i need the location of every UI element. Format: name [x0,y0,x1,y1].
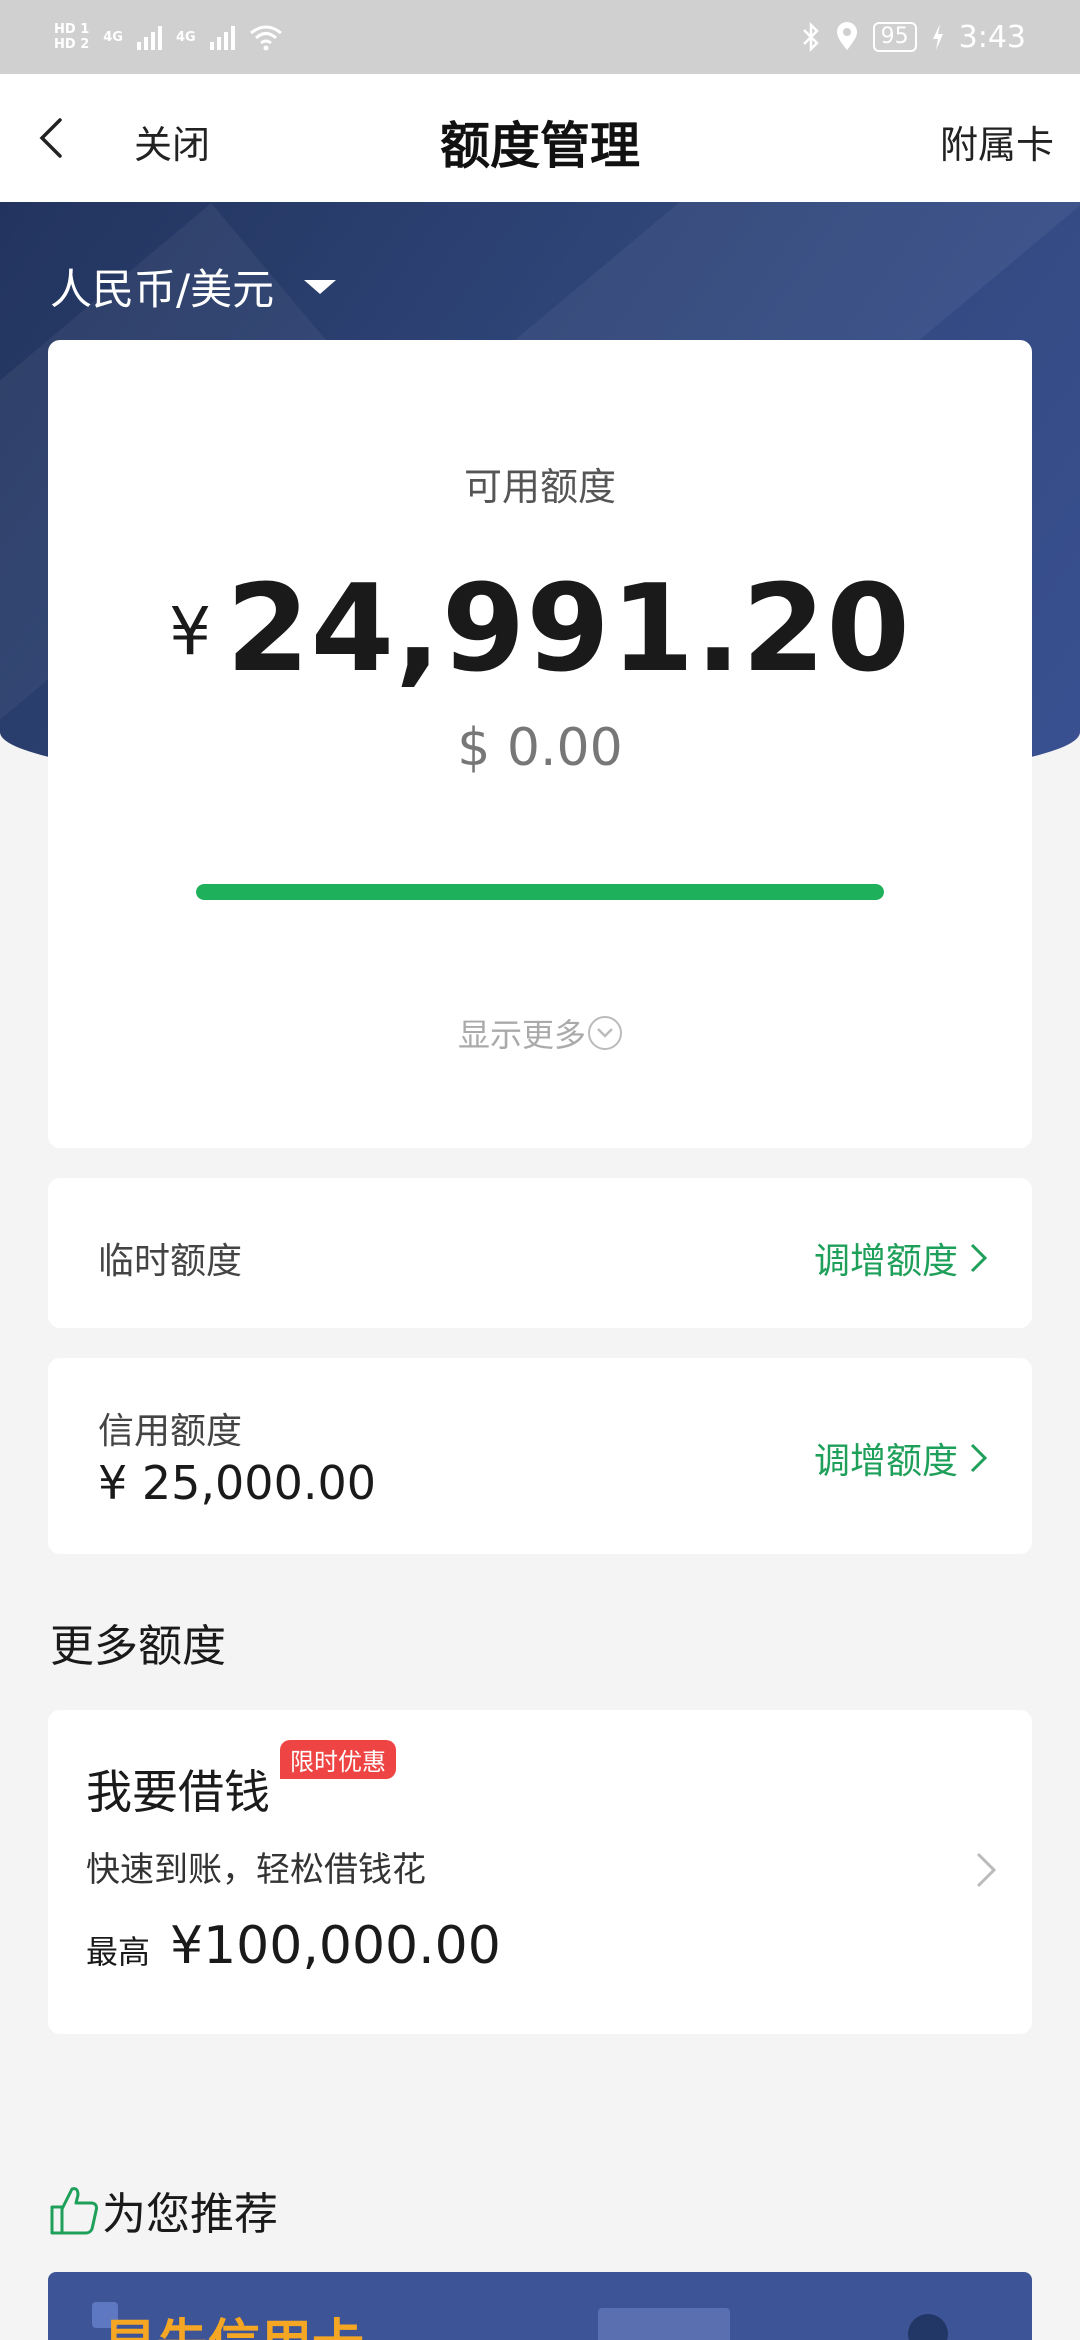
recommend-title: 为您推荐 [48,2178,278,2242]
show-more-button[interactable]: 显示更多 [48,1010,1032,1056]
loan-description: 快速到账，轻松借钱花 [86,1850,426,1890]
increase-label: 调增额度 [813,1441,958,1482]
thumbs-up-icon [50,2187,98,2235]
signal-icon-2 [209,24,235,50]
available-rmb-amount: ¥24,991.20 [48,560,1032,699]
limit-progress-bar [196,884,884,900]
banner-text: 早先信用卡 [104,2302,364,2340]
promo-badge: 限时优惠 [280,1740,396,1779]
recommend-title-text: 为您推荐 [102,2189,278,2240]
nav-header: 关闭 额度管理 附属卡 [0,74,1080,202]
sim-indicators: HD 1 HD 2 [54,22,89,52]
chevron-right-icon [970,1243,988,1273]
loan-title: 我要借钱 [86,1765,270,1819]
temporary-limit-card: 临时额度 调增额度 [48,1178,1032,1328]
network-type-1: 4G [103,29,123,45]
loan-max-label: 最高 [86,1933,151,1971]
supplementary-card-button[interactable]: 附属卡 [940,114,1054,169]
credit-limit-label: 信用额度 [98,1411,243,1452]
recommend-banner[interactable]: 早先信用卡 [48,2272,1032,2340]
rmb-amount-value: 24,991.20 [226,560,911,699]
banner-person-illustration [908,2314,948,2340]
sim1-label: HD 1 [54,22,90,37]
credit-limit-card: 信用额度 ¥ 25,000.00 调增额度 [48,1358,1032,1554]
available-limit-card: 可用额度 ¥24,991.20 $ 0.00 显示更多 [48,340,1032,1148]
status-bar-left: HD 1 HD 2 4G 4G [54,22,283,52]
available-usd-amount: $ 0.00 [457,718,623,778]
wifi-icon [249,25,282,51]
rmb-symbol: ¥ [169,593,213,670]
battery-icon: 95 [872,22,917,52]
temporary-limit-increase-button[interactable]: 调增额度 [814,1232,990,1284]
page-title: 额度管理 [440,117,640,175]
available-limit-label: 可用额度 [463,465,616,509]
network-type-2: 4G [175,29,196,45]
loan-max-amount: 最高 ¥100,000.00 [86,1916,501,1976]
limit-progress-fill [196,884,884,900]
chevron-right-icon [976,1852,997,1888]
chevron-down-circle-icon [588,1016,622,1050]
clock: 3:43 [958,19,1026,55]
credit-limit-increase-button[interactable]: 调增额度 [814,1432,990,1484]
caret-down-icon [304,279,337,294]
status-bar: HD 1 HD 2 4G 4G 95 3:43 [0,0,1080,74]
location-icon [836,22,857,50]
status-bar-right: 95 3:43 [801,20,1026,55]
increase-label: 调增额度 [813,1241,958,1282]
temporary-limit-label: 临时额度 [98,1241,243,1282]
sim2-label: HD 2 [54,37,90,52]
more-limits-title: 更多额度 [50,1621,226,1672]
loan-max-value: ¥100,000.00 [170,1916,501,1976]
bluetooth-icon [802,22,819,52]
banner-card-illustration [598,2308,730,2340]
show-more-label: 显示更多 [457,1016,586,1054]
currency-selector-value: 人民币/美元 [50,265,275,314]
currency-selector[interactable]: 人民币/美元 [50,256,337,317]
loan-offer-card[interactable]: 我要借钱 限时优惠 快速到账，轻松借钱花 最高 ¥100,000.00 [48,1710,1032,2034]
chevron-right-icon [970,1443,988,1473]
credit-limit-value: ¥ 25,000.00 [98,1456,376,1510]
signal-icon [136,24,162,50]
charging-icon [932,24,943,50]
